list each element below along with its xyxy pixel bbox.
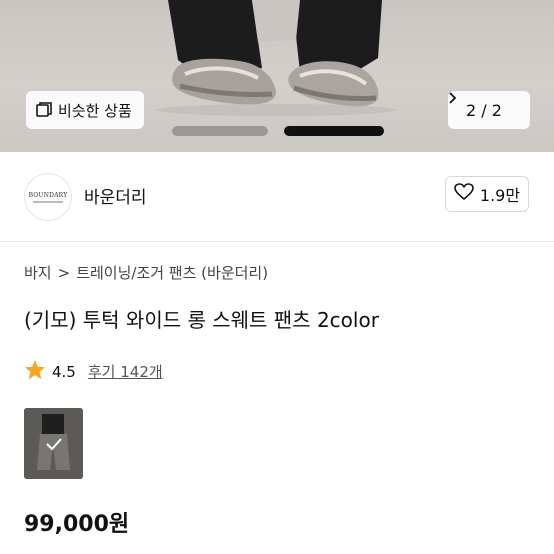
brand-row: BOUNDARY 바운더리 1.9만	[0, 152, 554, 242]
color-option-thumbnail[interactable]	[24, 408, 83, 479]
carousel-indicator-2-active[interactable]	[284, 126, 384, 136]
similar-products-button[interactable]: 비슷한 상품	[26, 91, 144, 129]
breadcrumb-item-category[interactable]: 트레이닝/조거 팬츠 (바운더리)	[76, 264, 268, 282]
brand-name[interactable]: 바운더리	[84, 183, 147, 208]
check-icon	[24, 408, 83, 479]
reviews-link[interactable]: 후기 142개	[88, 361, 163, 382]
rating-row: 4.5 후기 142개	[24, 359, 163, 384]
star-icon	[24, 359, 46, 384]
breadcrumb: 바지 > 트레이닝/조거 팬츠 (바운더리)	[24, 262, 268, 283]
breadcrumb-item-pants[interactable]: 바지	[24, 264, 52, 282]
product-price: 99,000원	[24, 512, 130, 537]
pager-text: 2 / 2	[466, 101, 502, 120]
product-image-carousel[interactable]: 비슷한 상품 2 / 2	[0, 0, 554, 152]
product-photo	[156, 0, 396, 116]
breadcrumb-chevron-icon: >	[57, 264, 71, 282]
image-pager[interactable]: 2 / 2	[448, 91, 530, 129]
brand-logo[interactable]: BOUNDARY	[24, 173, 72, 221]
brand-logo-underline	[33, 200, 63, 203]
similar-icon	[36, 102, 52, 118]
like-count: 1.9만	[479, 186, 521, 205]
brand-logo-text: BOUNDARY	[28, 191, 68, 199]
pager-separator: /	[481, 100, 487, 120]
similar-products-label: 비슷한 상품	[58, 101, 132, 120]
rating-score: 4.5	[52, 362, 76, 381]
product-title: (기모) 투턱 와이드 롱 스웨트 팬츠 2color	[24, 308, 379, 332]
pager-total: 2	[491, 100, 502, 120]
heart-icon	[454, 183, 474, 205]
like-button[interactable]: 1.9만	[445, 176, 529, 212]
pager-current: 2	[466, 100, 477, 120]
carousel-indicator-1[interactable]	[172, 126, 268, 136]
